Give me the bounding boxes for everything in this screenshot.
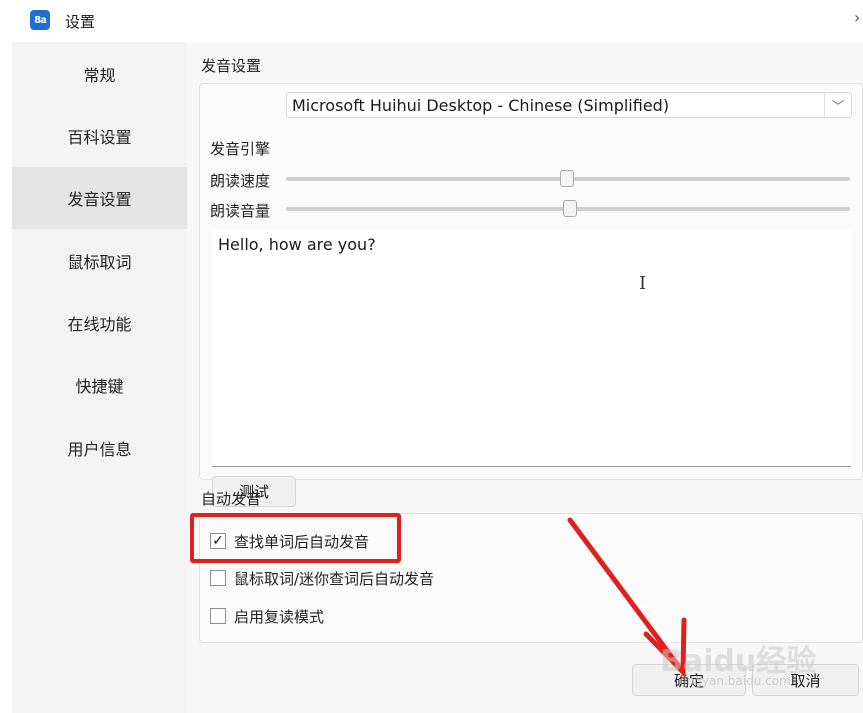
watermark-url: jingyan.baidu.com [680,674,791,688]
annotation-arrow-icon [567,516,687,679]
